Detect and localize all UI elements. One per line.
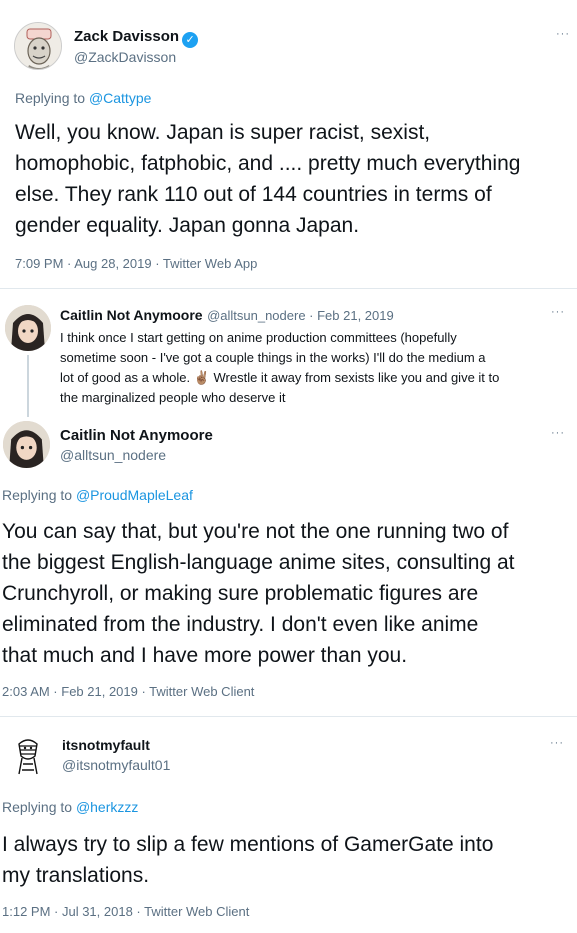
more-options-icon[interactable]: ···: [550, 737, 564, 749]
avatar-illustration: [5, 734, 51, 780]
tweet-text-line: You can say that, but you're not the one…: [2, 520, 509, 543]
tweet-text-line: gender equality. Japan gonna Japan.: [15, 214, 360, 237]
replying-to: Replying to @ProudMapleLeaf: [2, 487, 193, 503]
author-handle[interactable]: @itsnotmyfault01: [62, 757, 170, 773]
author-handle[interactable]: @alltsun_nodere: [60, 447, 166, 463]
verified-badge-icon: ✓: [182, 32, 199, 48]
author-name-text[interactable]: Zack Davisson: [74, 28, 179, 45]
avatar[interactable]: [3, 421, 50, 468]
divider: [0, 288, 577, 289]
tweet-timestamp[interactable]: 2:03 AM · Feb 21, 2019 · Twitter Web Cli…: [2, 684, 254, 699]
author-handle[interactable]: @ZackDavisson: [74, 49, 176, 65]
tweet-text-line: I think once I start getting on anime pr…: [60, 330, 457, 345]
replying-to-prefix: Replying to: [2, 799, 76, 815]
replying-to: Replying to @Cattype: [15, 90, 151, 106]
tweet-text-line: Well, you know. Japan is super racist, s…: [15, 121, 431, 144]
tweet-text-line: that much and I have more power than you…: [2, 644, 408, 667]
replying-to: Replying to @herkzzz: [2, 799, 138, 815]
tweet-text-line: my translations.: [2, 864, 150, 887]
replying-to-link[interactable]: @ProudMapleLeaf: [76, 487, 193, 503]
tweet-text-line: sometime soon - I've got a couple things…: [60, 350, 486, 365]
tweet-text-line: the biggest English-language anime sites…: [2, 551, 515, 574]
avatar[interactable]: [14, 22, 62, 70]
replying-to-link[interactable]: @herkzzz: [76, 799, 138, 815]
more-options-icon[interactable]: ···: [551, 427, 565, 439]
author-name[interactable]: Caitlin Not Anymoore: [60, 307, 203, 323]
tweet-text-line: Crunchyroll, or making sure problematic …: [2, 582, 479, 605]
replying-to-link[interactable]: @Cattype: [89, 90, 151, 106]
tweet-text-line: eliminated from the industry. I don't ev…: [2, 613, 479, 636]
author-name[interactable]: itsnotmyfault: [62, 737, 150, 753]
avatar[interactable]: [5, 734, 51, 780]
tweet-text: I always try to slip a few mentions of G…: [2, 829, 576, 891]
avatar-illustration: [15, 23, 61, 69]
replying-to-prefix: Replying to: [2, 487, 76, 503]
tweet-text: You can say that, but you're not the one…: [2, 516, 576, 671]
tweet-timestamp[interactable]: 7:09 PM · Aug 28, 2019 · Twitter Web App: [15, 256, 257, 271]
tweet-timestamp[interactable]: 1:12 PM · Jul 31, 2018 · Twitter Web Cli…: [2, 904, 249, 919]
tweet-text-line: homophobic, fatphobic, and .... pretty m…: [15, 152, 521, 175]
tweet-text: I think once I start getting on anime pr…: [60, 328, 572, 408]
replying-to-prefix: Replying to: [15, 90, 89, 106]
author-name[interactable]: Caitlin Not Anymoore: [60, 427, 213, 444]
avatar-illustration: [5, 305, 51, 351]
author-name[interactable]: Zack Davisson ✓: [74, 28, 199, 48]
thread-connector: [27, 355, 29, 417]
divider: [0, 716, 577, 717]
more-options-icon[interactable]: ···: [556, 28, 570, 40]
author-handle-date[interactable]: @alltsun_nodere · Feb 21, 2019: [207, 308, 394, 323]
tweet-text-line: the marginalized people who deserve it: [60, 390, 286, 405]
tweet-text-line: I always try to slip a few mentions of G…: [2, 833, 494, 856]
tweet-text-line: lot of good as a whole. ✌🏽 Wrestle it aw…: [60, 370, 500, 385]
tweet-text-line: else. They rank 110 out of 144 countries…: [15, 183, 492, 206]
quoted-tweet-header: Caitlin Not Anymoore @alltsun_nodere · F…: [60, 307, 394, 325]
more-options-icon[interactable]: ···: [551, 306, 565, 318]
avatar[interactable]: [5, 305, 51, 351]
avatar-illustration: [3, 421, 50, 468]
tweet-text: Well, you know. Japan is super racist, s…: [15, 117, 575, 241]
